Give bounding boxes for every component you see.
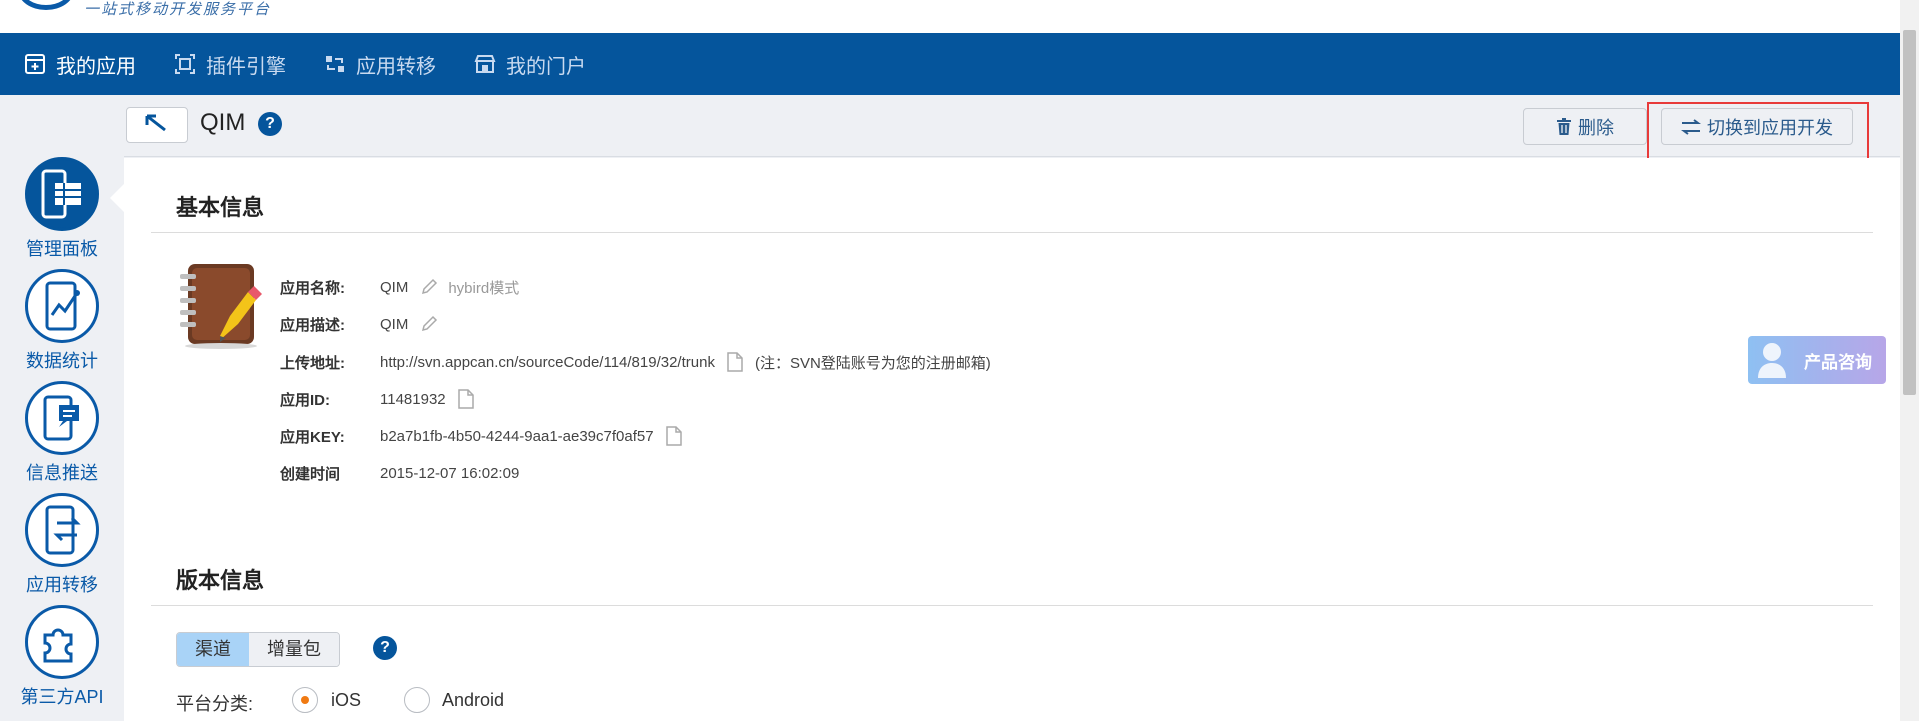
app-desc-value: QIM xyxy=(380,315,409,333)
info-row-app-id: 应用ID: 11481932 xyxy=(280,389,474,409)
info-key: 应用名称: xyxy=(280,279,345,297)
nav-item-my-apps[interactable]: 我的应用 xyxy=(0,33,150,95)
panel-pointer xyxy=(110,184,124,212)
sidebar-item-statistics[interactable]: 数据统计 xyxy=(0,269,124,373)
app-name-value: QIM xyxy=(380,278,409,296)
info-key: 应用ID: xyxy=(280,391,330,409)
delete-label: 删除 xyxy=(1578,117,1614,138)
page-title: QIM xyxy=(200,109,246,136)
radio-ios[interactable] xyxy=(292,687,318,713)
platform-label: 平台分类: xyxy=(176,694,254,714)
person-icon xyxy=(1756,340,1792,385)
sidebar-item-label: 管理面板 xyxy=(26,239,98,259)
info-key: 创建时间 xyxy=(280,465,341,483)
sidebar-item-label: 第三方API xyxy=(20,687,104,707)
sidebar-item-dashboard[interactable]: 管理面板 xyxy=(0,157,124,261)
created-time-value: 2015-12-07 16:02:09 xyxy=(380,464,520,482)
brand-tagline: 一站式移动开发服务平台 xyxy=(84,0,272,18)
divider xyxy=(151,232,1873,233)
info-row-created-time: 创建时间 2015-12-07 16:02:09 xyxy=(280,463,519,483)
copy-document-icon[interactable] xyxy=(727,352,743,372)
app-mode-value: hybird模式 xyxy=(448,279,520,297)
store-icon xyxy=(474,53,496,75)
info-row-app-desc: 应用描述: QIM xyxy=(280,314,438,334)
info-key: 应用KEY: xyxy=(280,428,345,446)
radio-android-label: Android xyxy=(442,690,505,710)
version-tabs: 渠道 增量包 xyxy=(176,632,340,667)
help-icon[interactable]: ? xyxy=(258,112,282,136)
sidebar-item-push[interactable]: 信息推送 xyxy=(0,381,124,485)
app-header: QIM ? 删除 切换到应用开发 xyxy=(124,95,1900,176)
nav-item-plugin-engine[interactable]: 插件引擎 xyxy=(150,33,300,95)
sidebar-item-third-party-api[interactable]: 第三方API xyxy=(0,605,124,709)
radio-android[interactable] xyxy=(404,687,430,713)
edit-pencil-icon[interactable] xyxy=(420,315,438,333)
info-row-app-key: 应用KEY: b2a7b1fb-4b50-4244-9aa1-ae39c7f0a… xyxy=(280,426,682,446)
main-nav: 我的应用 插件引擎 应用转移 我的门户 xyxy=(0,33,1900,95)
info-row-upload-url: 上传地址: http://svn.appcan.cn/sourceCode/11… xyxy=(280,352,991,372)
upload-url-value: http://svn.appcan.cn/sourceCode/114/819/… xyxy=(380,353,715,371)
info-row-app-name: 应用名称: QIM hybird模式 xyxy=(280,277,519,297)
nav-item-app-transfer[interactable]: 应用转移 xyxy=(300,33,450,95)
nav-item-label: 应用转移 xyxy=(356,55,436,78)
tab-channel[interactable]: 渠道 xyxy=(177,633,249,666)
sidebar-item-transfer[interactable]: 应用转移 xyxy=(0,493,124,597)
scrollbar-thumb[interactable] xyxy=(1903,30,1916,395)
transfer-icon xyxy=(324,53,346,75)
nav-item-label: 插件引擎 xyxy=(206,55,286,78)
info-key: 上传地址: xyxy=(280,354,345,372)
sidebar-item-label: 数据统计 xyxy=(26,351,98,371)
version-info-title: 版本信息 xyxy=(176,568,265,593)
tab-incremental[interactable]: 增量包 xyxy=(249,633,339,666)
delete-button[interactable]: 删除 xyxy=(1523,108,1647,145)
consult-label: 产品咨询 xyxy=(1804,352,1872,372)
sidebar-item-label: 信息推送 xyxy=(26,463,98,483)
puzzle-icon xyxy=(25,605,99,679)
copy-document-icon[interactable] xyxy=(665,426,682,446)
sidebar: 管理面板 数据统计 信息推送 应用转移 第三方API xyxy=(0,95,124,721)
product-consult-button[interactable]: 产品咨询 xyxy=(1748,336,1886,384)
brand-header: 一站式移动开发服务平台 xyxy=(0,0,1900,33)
divider xyxy=(151,605,1873,606)
edit-pencil-icon[interactable] xyxy=(420,278,438,296)
sidebar-item-label: 应用转移 xyxy=(26,575,98,595)
nav-item-label: 我的门户 xyxy=(506,55,586,78)
help-icon[interactable]: ? xyxy=(373,636,397,660)
nav-item-label: 我的应用 xyxy=(56,55,136,78)
basic-info-title: 基本信息 xyxy=(176,195,265,220)
nav-item-my-portal[interactable]: 我的门户 xyxy=(450,33,600,95)
app-notebook-icon xyxy=(176,260,266,350)
trash-icon xyxy=(1556,117,1572,136)
app-box-icon xyxy=(24,53,46,75)
main-content: QIM ? 删除 切换到应用开发 基本信息 应用名称: QIM hybird模式… xyxy=(110,95,1900,721)
app-id-value: 11481932 xyxy=(380,390,446,408)
info-key: 应用描述: xyxy=(280,316,345,334)
plugin-frame-icon xyxy=(174,53,196,75)
back-arrow-icon xyxy=(144,114,170,137)
brand-logo-icon xyxy=(18,0,74,10)
app-key-value: b2a7b1fb-4b50-4244-9aa1-ae39c7f0af57 xyxy=(380,427,654,445)
radio-ios-label: iOS xyxy=(331,690,362,710)
phone-chart-icon xyxy=(25,269,99,343)
back-button[interactable] xyxy=(126,107,188,143)
phone-push-icon xyxy=(25,381,99,455)
phone-transfer-icon xyxy=(25,493,99,567)
phone-grid-icon xyxy=(25,157,99,231)
copy-document-icon[interactable] xyxy=(457,389,474,409)
svn-note: (注：SVN登陆账号为您的注册邮箱) xyxy=(754,354,991,372)
